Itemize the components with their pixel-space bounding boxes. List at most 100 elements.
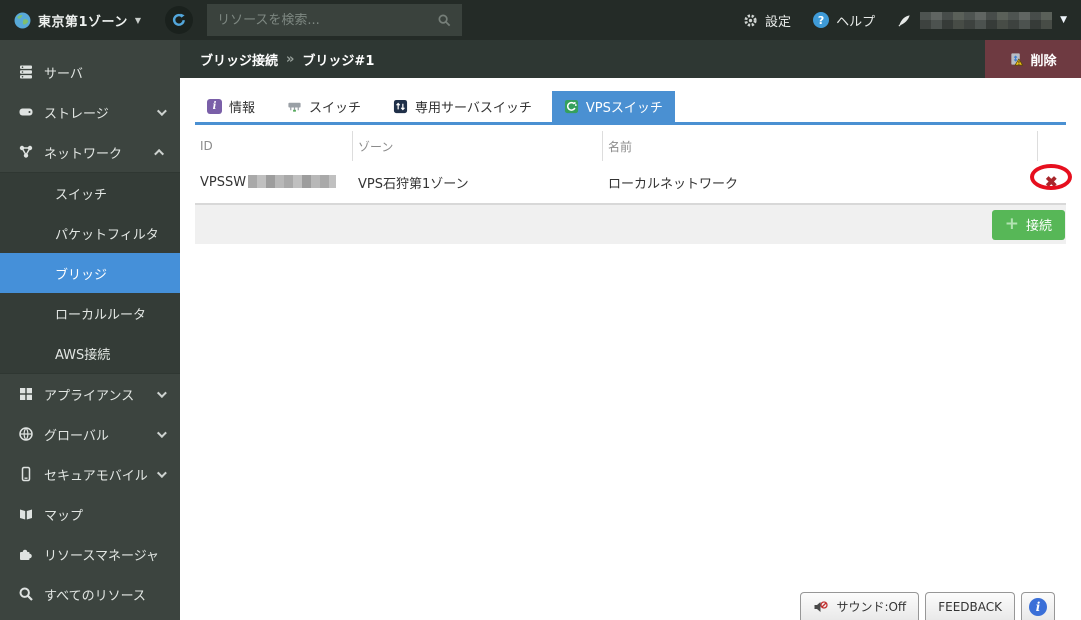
- tab-switch[interactable]: スイッチ: [275, 91, 373, 122]
- feedback-button[interactable]: FEEDBACK: [925, 592, 1015, 620]
- sidebar-item-all-resources[interactable]: すべてのリソース: [0, 574, 180, 614]
- id-redacted: [248, 175, 336, 188]
- main-content: i 情報 スイッチ 専用サーバスイッチ VPSスイッチ: [180, 78, 1081, 620]
- table-row[interactable]: VPSSW VPS石狩第1ゾーン ローカルネットワーク ✖: [195, 161, 1066, 203]
- sidebar-submenu-network: スイッチ パケットフィルタ ブリッジ ローカルルータ AWS接続: [0, 172, 180, 374]
- column-header-actions: [1038, 131, 1066, 161]
- sidebar-item-label: スイッチ: [55, 184, 107, 203]
- sidebar-item-packet-filter[interactable]: パケットフィルタ: [0, 213, 180, 253]
- sidebar-item-label: ストレージ: [44, 103, 109, 122]
- chevron-down-icon: [157, 428, 167, 438]
- storage-icon: [18, 104, 34, 120]
- breadcrumb-section[interactable]: ブリッジ接続: [200, 50, 278, 69]
- settings-button[interactable]: 設定: [743, 11, 791, 30]
- cell-zone: VPS石狩第1ゾーン: [353, 173, 603, 192]
- tab-label: VPSスイッチ: [586, 97, 663, 116]
- sidebar-item-label: パケットフィルタ: [55, 224, 159, 243]
- breadcrumb: ブリッジ接続 » ブリッジ#1: [180, 50, 374, 69]
- tab-info[interactable]: i 情報: [195, 91, 267, 122]
- page-info-button[interactable]: i: [1021, 592, 1055, 620]
- sidebar-item-aws-connect[interactable]: AWS接続: [0, 333, 180, 373]
- sidebar-item-global[interactable]: グローバル: [0, 414, 180, 454]
- info-tab-icon: i: [207, 99, 222, 114]
- content-header: ブリッジ接続 » ブリッジ#1 削除: [180, 40, 1081, 78]
- sidebar-item-label: ローカルルータ: [55, 304, 146, 323]
- connect-label: 接続: [1026, 215, 1052, 234]
- sound-toggle-button[interactable]: サウンド:Off: [800, 592, 919, 620]
- sidebar-item-label: AWS接続: [55, 344, 110, 363]
- feedback-label: FEEDBACK: [938, 600, 1002, 614]
- tab-vps-switch[interactable]: VPSスイッチ: [552, 91, 675, 122]
- sidebar-item-label: すべてのリソース: [44, 585, 146, 604]
- sidebar-item-network[interactable]: ネットワーク: [0, 132, 180, 172]
- sidebar-item-label: グローバル: [44, 425, 109, 444]
- sidebar-item-map[interactable]: マップ: [0, 494, 180, 534]
- refresh-icon: [171, 12, 187, 28]
- network-icon: [18, 144, 34, 160]
- search-input[interactable]: [217, 13, 437, 28]
- cell-actions: ✖: [1038, 173, 1066, 192]
- zone-label: 東京第1ゾーン: [38, 11, 128, 30]
- sidebar-item-appliance[interactable]: アプライアンス: [0, 374, 180, 414]
- quill-icon: [897, 13, 912, 28]
- cell-name: ローカルネットワーク: [603, 173, 1038, 192]
- table-header-row: ID ゾーン 名前: [195, 125, 1066, 161]
- zone-selector[interactable]: 東京第1ゾーン ▼: [0, 0, 147, 40]
- plus-icon: +: [1005, 216, 1019, 233]
- globe-icon: [18, 426, 34, 442]
- sidebar-item-bridge[interactable]: ブリッジ: [0, 253, 180, 293]
- id-prefix: VPSSW: [200, 175, 246, 190]
- tab-label: スイッチ: [309, 97, 361, 116]
- tab-label: 情報: [229, 97, 255, 116]
- sidebar-item-label: セキュアモバイル: [44, 465, 148, 484]
- user-chevron-down-icon: ▼: [1060, 15, 1067, 25]
- info-icon: i: [1029, 598, 1047, 616]
- sidebar-item-local-router[interactable]: ローカルルータ: [0, 293, 180, 333]
- top-bar: 東京第1ゾーン ▼ 設定 ? ヘルプ: [0, 0, 1081, 40]
- sidebar-item-secure-mobile[interactable]: セキュアモバイル: [0, 454, 180, 494]
- sidebar-item-label: リソースマネージャ: [44, 545, 159, 564]
- help-button[interactable]: ? ヘルプ: [813, 11, 875, 30]
- mobile-icon: [18, 466, 34, 482]
- top-bar-right: 設定 ? ヘルプ ▼: [743, 11, 1081, 30]
- sidebar-item-switch[interactable]: スイッチ: [0, 173, 180, 213]
- chevron-down-icon: [157, 388, 167, 398]
- sidebar-item-resource-manager[interactable]: リソースマネージャ: [0, 534, 180, 574]
- tab-bar: i 情報 スイッチ 専用サーバスイッチ VPSスイッチ: [195, 91, 1066, 125]
- vps-switch-tab-icon: [564, 99, 579, 114]
- sidebar-item-label: ブリッジ: [55, 264, 107, 283]
- speaker-muted-icon: [813, 600, 829, 614]
- globe-zone-icon: [14, 12, 31, 29]
- sidebar-item-storage[interactable]: ストレージ: [0, 92, 180, 132]
- puzzle-icon: [18, 546, 34, 562]
- sidebar-item-label: ネットワーク: [44, 143, 122, 162]
- dedicated-server-switch-tab-icon: [393, 99, 408, 114]
- user-menu[interactable]: ▼: [897, 12, 1067, 29]
- disconnect-x-button[interactable]: ✖: [1043, 173, 1060, 192]
- breadcrumb-page: ブリッジ#1: [302, 50, 374, 69]
- username-redacted: [920, 12, 1052, 29]
- delete-warning-icon: [1009, 52, 1024, 67]
- settings-label: 設定: [765, 11, 791, 30]
- sidebar-item-label: マップ: [44, 505, 83, 524]
- delete-button[interactable]: 削除: [985, 40, 1081, 78]
- chevron-down-icon: [157, 468, 167, 478]
- column-header-name: 名前: [603, 131, 1038, 161]
- app-window: 東京第1ゾーン ▼ 設定 ? ヘルプ: [0, 0, 1081, 620]
- sidebar: サーバ ストレージ ネットワーク スイッチ パケットフィルタ ブリッジ: [0, 40, 180, 620]
- gear-icon: [743, 13, 758, 28]
- sidebar-item-server[interactable]: サーバ: [0, 52, 180, 92]
- refresh-button[interactable]: [165, 6, 193, 34]
- server-icon: [18, 64, 34, 80]
- tab-dedicated-server-switch[interactable]: 専用サーバスイッチ: [381, 91, 544, 122]
- search-icon: [18, 586, 34, 602]
- switch-tab-icon: [287, 99, 302, 114]
- breadcrumb-separator: »: [286, 52, 294, 67]
- chevron-down-icon: ▼: [135, 16, 141, 25]
- connect-button[interactable]: + 接続: [992, 210, 1065, 240]
- sidebar-item-label: アプライアンス: [44, 385, 134, 404]
- tab-label: 専用サーバスイッチ: [415, 97, 532, 116]
- help-icon: ?: [813, 12, 829, 28]
- connect-toolbar: + 接続: [195, 203, 1066, 244]
- sound-label: サウンド:Off: [836, 598, 906, 615]
